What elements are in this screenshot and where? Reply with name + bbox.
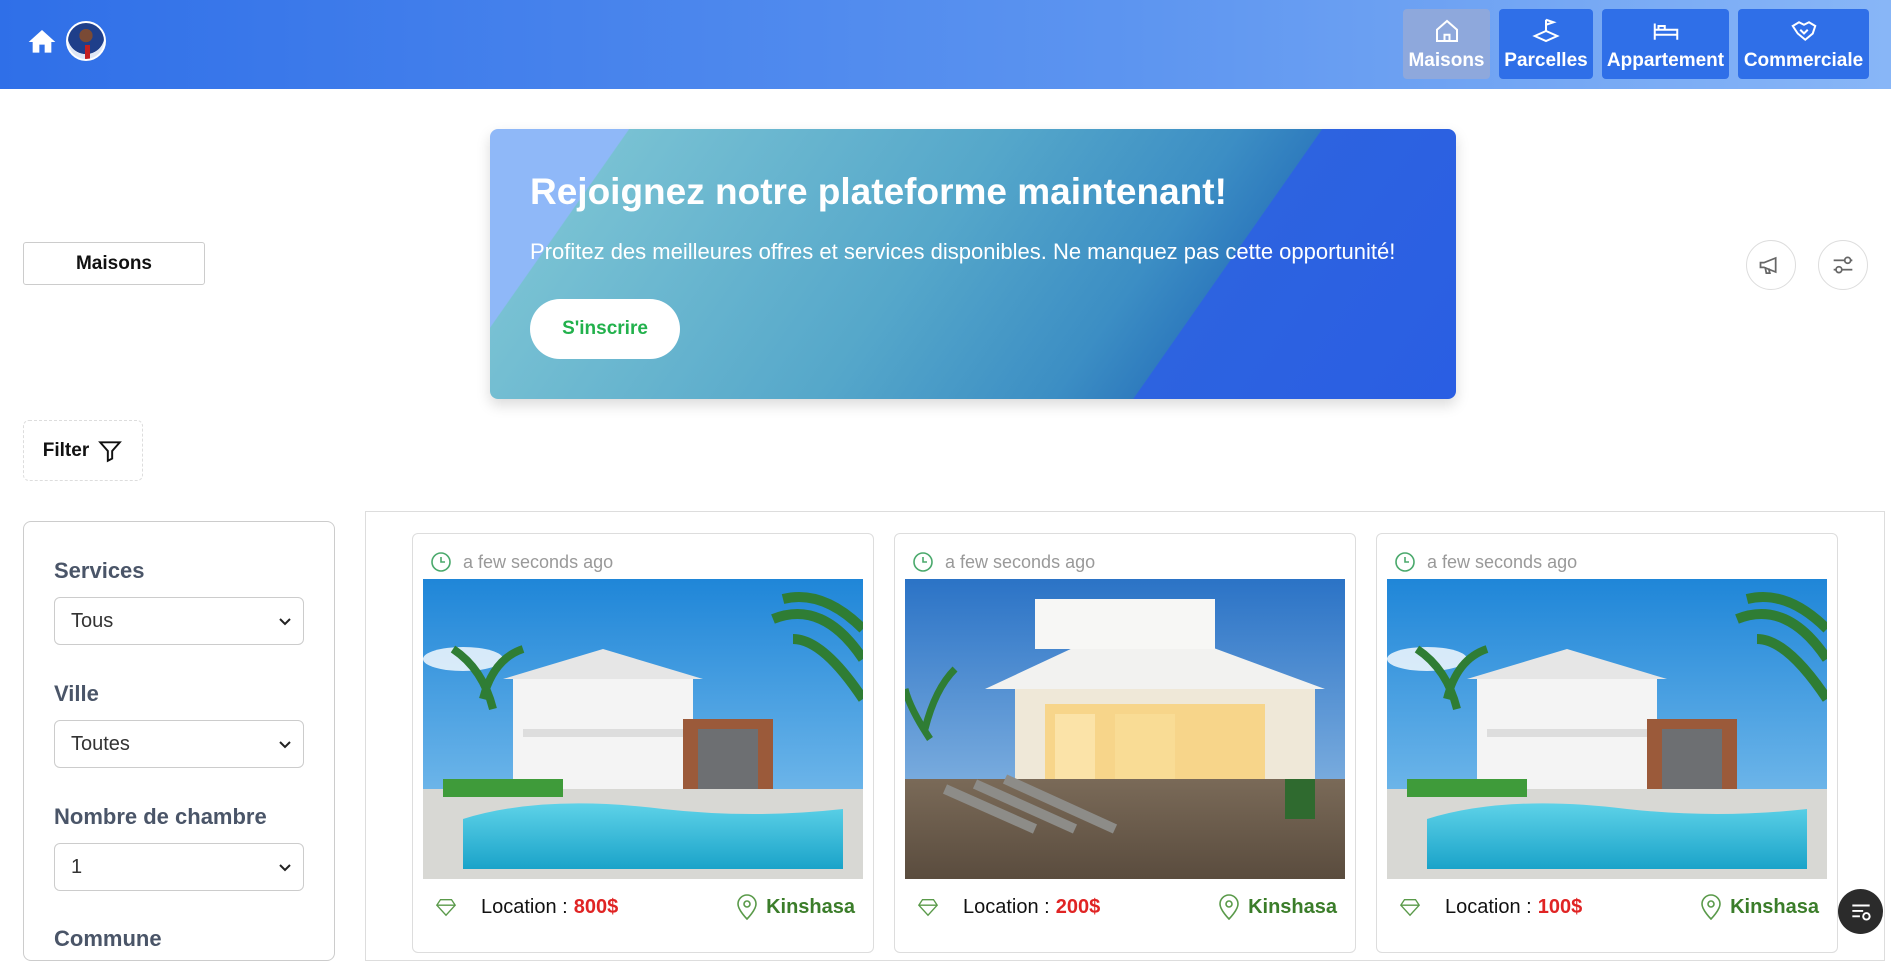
banner-subtitle: Profitez des meilleures offres et servic…: [530, 239, 1396, 264]
diamond-icon: [435, 898, 457, 917]
funnel-icon: [98, 440, 123, 462]
signup-button[interactable]: S'inscrire: [530, 299, 680, 359]
map-pin-icon: [737, 894, 757, 921]
tab-appartement[interactable]: Appartement: [1602, 9, 1729, 79]
listing-time-text: a few seconds ago: [945, 551, 1096, 572]
ville-label: Ville: [54, 681, 99, 706]
tab-label: Appartement: [1606, 50, 1725, 71]
location-label: Location :: [963, 895, 1050, 918]
land-plot-icon: [1532, 18, 1560, 43]
bed-icon: [1653, 23, 1678, 40]
listing-card[interactable]: a few seconds ago: [894, 533, 1356, 953]
chambres-label: Nombre de chambre: [54, 804, 267, 829]
listing-time: a few seconds ago: [1393, 550, 1577, 574]
house-photo: [423, 579, 863, 879]
listing-time: a few seconds ago: [429, 550, 613, 574]
listings-grid: a few seconds ago Location: 800$ Kinsha…: [365, 511, 1885, 961]
listing-footer: Location : 800$ Kinshasa: [435, 892, 855, 922]
tab-label: Maisons: [1408, 50, 1485, 71]
listing-footer: Location : 100$ Kinshasa: [1399, 892, 1819, 922]
listing-location: Kinshasa: [1698, 893, 1819, 921]
house-pool-photo[interactable]: [423, 579, 863, 879]
services-value: Tous: [71, 609, 114, 632]
chevron-down-icon: [279, 741, 291, 749]
listing-price: 100$: [1537, 895, 1583, 918]
sliders-icon: [1833, 256, 1853, 274]
diamond-icon: [917, 898, 939, 917]
user-avatar[interactable]: [66, 21, 106, 61]
listing-location: Kinshasa: [734, 893, 855, 921]
services-label: Services: [54, 558, 145, 583]
house-deck-photo[interactable]: [905, 579, 1345, 879]
listing-card[interactable]: a few seconds ago: [412, 533, 874, 953]
listing-time: a few seconds ago: [911, 550, 1095, 574]
listing-city: Kinshasa: [1248, 895, 1337, 918]
filters-panel: Services Tous Ville Toutes Nombre de cha…: [23, 521, 335, 961]
handshake-icon: [1790, 21, 1816, 42]
services-select[interactable]: Tous: [54, 597, 304, 645]
listing-time-text: a few seconds ago: [463, 551, 614, 572]
listing-footer: Location : 200$ Kinshasa: [917, 892, 1337, 922]
chevron-down-icon: [279, 864, 291, 872]
map-pin-icon: [1219, 894, 1239, 921]
ville-value: Toutes: [71, 732, 130, 755]
location-label: Location :: [1445, 895, 1532, 918]
current-category-button[interactable]: Maisons: [23, 242, 205, 285]
tab-parcelles[interactable]: Parcelles: [1499, 9, 1593, 79]
listing-time-text: a few seconds ago: [1427, 551, 1578, 572]
home-icon: [1435, 19, 1458, 42]
message-list-icon: [1851, 904, 1871, 921]
house-photo: [905, 579, 1345, 879]
announcements-button[interactable]: [1746, 240, 1796, 290]
listing-price: 200$: [1055, 895, 1101, 918]
listing-price: 800$: [573, 895, 619, 918]
preferences-button[interactable]: [1818, 240, 1868, 290]
clock-icon: [431, 552, 451, 572]
filter-label: Filter: [42, 439, 90, 461]
megaphone-icon: [1759, 256, 1777, 275]
signup-banner: Rejoignez notre plateforme maintenant! P…: [490, 129, 1456, 399]
commune-label: Commune: [54, 926, 162, 951]
map-pin-icon: [1701, 894, 1721, 921]
chambres-value: 1: [71, 855, 83, 878]
filter-button[interactable]: Filter: [23, 420, 143, 481]
home-icon[interactable]: [26, 26, 58, 58]
tab-commerciale[interactable]: Commerciale: [1738, 9, 1869, 79]
clock-icon: [1395, 552, 1415, 572]
top-navigation-bar: Maisons Parcelles Appartement Commercial…: [0, 0, 1891, 89]
diamond-icon: [1399, 898, 1421, 917]
location-label: Location :: [481, 895, 568, 918]
listing-city: Kinshasa: [766, 895, 855, 918]
chambres-select[interactable]: 1: [54, 843, 304, 891]
tab-maisons[interactable]: Maisons: [1403, 9, 1490, 79]
listing-card[interactable]: a few seconds ago: [1376, 533, 1838, 953]
house-photo: [1387, 579, 1827, 879]
house-pool-photo[interactable]: [1387, 579, 1827, 879]
tab-label: Commerciale: [1743, 50, 1864, 71]
chevron-down-icon: [279, 618, 291, 626]
listing-city: Kinshasa: [1730, 895, 1819, 918]
tab-label: Parcelles: [1504, 50, 1588, 71]
category-tabs: Maisons Parcelles Appartement Commercial…: [1403, 9, 1869, 79]
ville-select[interactable]: Toutes: [54, 720, 304, 768]
chat-button[interactable]: [1838, 889, 1883, 934]
banner-title: Rejoignez notre plateforme maintenant!: [530, 171, 1227, 212]
listing-location: Kinshasa: [1216, 893, 1337, 921]
clock-icon: [913, 552, 933, 572]
